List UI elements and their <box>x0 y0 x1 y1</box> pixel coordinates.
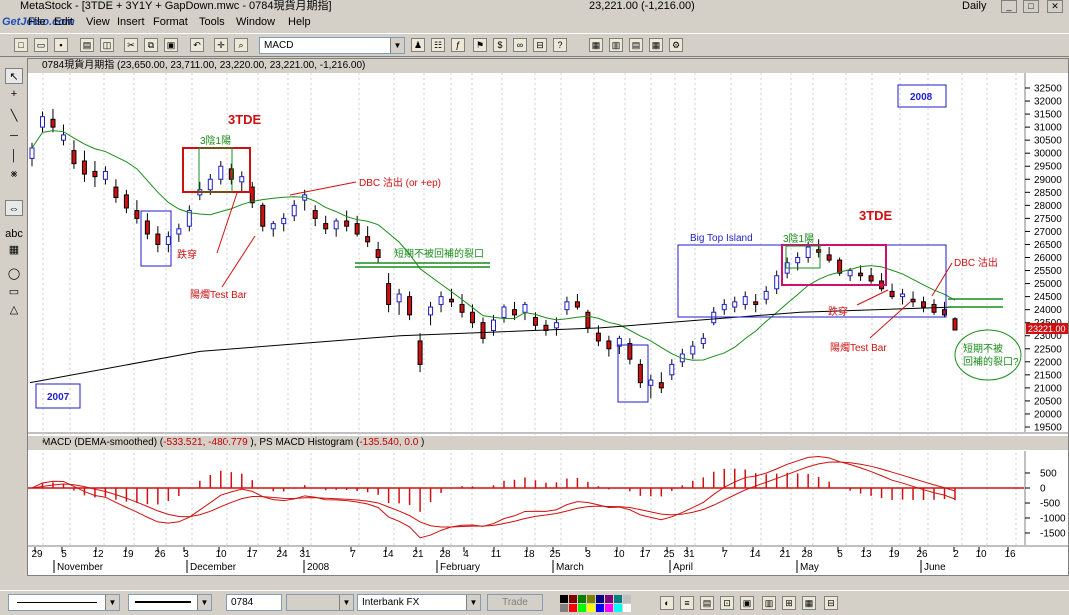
chart-tool-icon[interactable]: ⊟ <box>824 596 838 610</box>
triangle-icon[interactable]: △ <box>5 302 23 318</box>
macd-panel-title: MACD (DEMA-smoothed) (-533.521, -480.779… <box>28 436 1068 450</box>
vertical-line-icon[interactable]: │ <box>5 148 23 164</box>
menu-help[interactable]: Help <box>288 13 311 31</box>
chart-tool-icon[interactable]: ◐ <box>660 596 674 610</box>
new-icon[interactable]: □ <box>14 38 28 52</box>
tools-icon[interactable]: ⚙ <box>669 38 683 52</box>
zoom-out-icon[interactable]: ⊟ <box>533 38 547 52</box>
print-icon[interactable]: ▤ <box>80 38 94 52</box>
symbol-field[interactable]: 0784 <box>226 594 282 611</box>
menu-file[interactable]: File <box>28 13 46 31</box>
chart-tool-icon[interactable]: ▤ <box>700 596 714 610</box>
trendline-icon[interactable]: ╲ <box>5 108 23 124</box>
rectangle-icon[interactable]: ▭ <box>5 284 23 300</box>
zoom-icon[interactable]: ⌕ <box>234 38 248 52</box>
crosshair-icon[interactable]: ✛ <box>214 38 228 52</box>
maximize-icon[interactable]: □ <box>1023 0 1039 13</box>
paste-icon[interactable]: ▣ <box>164 38 178 52</box>
color-palette[interactable] <box>560 595 632 612</box>
chart-tool-icon[interactable]: ⊡ <box>720 596 734 610</box>
formula-icon[interactable]: ƒ <box>451 38 465 52</box>
help-icon[interactable]: ? <box>553 38 567 52</box>
copy-icon[interactable]: ⧉ <box>144 38 158 52</box>
expand-icon[interactable]: ⇔ <box>5 200 23 216</box>
chart-window <box>27 58 1069 576</box>
line-weight-select[interactable]: ▼ <box>128 594 212 611</box>
indicator-select[interactable]: MACD ▼ <box>259 37 405 54</box>
chart-tool-icon[interactable]: ▦ <box>802 596 816 610</box>
binoculars-icon[interactable]: ∞ <box>513 38 527 52</box>
cut-icon[interactable]: ✂ <box>124 38 138 52</box>
calendar-icon[interactable]: ▦ <box>5 242 23 258</box>
menu-format[interactable]: Format <box>153 13 188 31</box>
chart-tool-icon[interactable]: ⊞ <box>782 596 796 610</box>
ellipse-icon[interactable]: ◯ <box>5 266 23 282</box>
close-icon[interactable]: ✕ <box>1047 0 1063 13</box>
text-tool-icon[interactable]: abc <box>5 226 23 242</box>
price-readout: 23,221.00 (-1,216.00) <box>589 0 695 12</box>
status-bar: ▼ ▼ 0784 ▼ Interbank FX ▼ Trade ◐ ≡ ▤ ⊡ … <box>0 590 1069 615</box>
grid-icon[interactable]: ▦ <box>649 38 663 52</box>
layout-icon[interactable]: ▦ <box>589 38 603 52</box>
chevron-down-icon[interactable]: ▼ <box>105 595 119 610</box>
tile-vertical-icon[interactable]: ▥ <box>609 38 623 52</box>
save-icon[interactable]: ▪ <box>54 38 68 52</box>
data-feed-select[interactable]: Interbank FX ▼ <box>357 594 481 611</box>
chevron-down-icon[interactable]: ▼ <box>197 595 211 610</box>
chart-tool-icon[interactable]: ▥ <box>762 596 776 610</box>
main-toolbar: □ ▭ ▪ ▤ ◫ ✂ ⧉ ▣ ↶ ✛ ⌕ MACD ▼ ♟ ☷ ƒ ⚑ $ ∞… <box>0 33 1069 57</box>
crosshair-tool-icon[interactable]: + <box>5 86 23 102</box>
blank-field[interactable]: ▼ <box>286 594 354 611</box>
explorer-icon[interactable]: ⚑ <box>473 38 487 52</box>
print-preview-icon[interactable]: ◫ <box>100 38 114 52</box>
minimize-icon[interactable]: _ <box>1001 0 1017 13</box>
title-bar: MetaStock - [3TDE + 3Y1Y + GapDown.mwc -… <box>0 0 1069 13</box>
dollar-icon[interactable]: $ <box>493 38 507 52</box>
menu-tools[interactable]: Tools <box>199 13 225 31</box>
tile-horizontal-icon[interactable]: ▤ <box>629 38 643 52</box>
system-tester-icon[interactable]: ☷ <box>431 38 445 52</box>
trade-button[interactable]: Trade <box>487 594 543 611</box>
open-icon[interactable]: ▭ <box>34 38 48 52</box>
line-style-select[interactable]: ▼ <box>8 594 120 611</box>
menu-edit[interactable]: Edit <box>54 13 73 31</box>
chart-tool-icon[interactable]: ▣ <box>740 596 754 610</box>
periodicity-label[interactable]: Daily <box>962 0 986 13</box>
chevron-down-icon[interactable]: ▼ <box>339 595 353 610</box>
menu-insert[interactable]: Insert <box>117 13 145 31</box>
price-panel-title: 0784現貨月期指 (23,650.00, 23,711.00, 23,220.… <box>28 59 1068 73</box>
indicator-select-value: MACD <box>264 40 294 51</box>
window-title: MetaStock - [3TDE + 3Y1Y + GapDown.mwc -… <box>20 0 332 12</box>
chevron-down-icon[interactable]: ▼ <box>390 38 404 53</box>
undo-icon[interactable]: ↶ <box>190 38 204 52</box>
pointer-icon[interactable]: ↖ <box>5 68 23 84</box>
chevron-down-icon[interactable]: ▼ <box>466 595 480 610</box>
cycle-lines-icon[interactable]: ⨳ <box>5 166 23 182</box>
horizontal-line-icon[interactable]: ─ <box>5 128 23 144</box>
menu-window[interactable]: Window <box>236 13 275 31</box>
menu-view[interactable]: View <box>86 13 110 31</box>
menu-bar: GetJetso.com File Edit View Insert Forma… <box>0 13 1069 31</box>
chart-tool-icon[interactable]: ≡ <box>680 596 694 610</box>
drawing-toolbox: ↖ + ╲ ─ │ ⨳ ⇔ abc ▦ ◯ ▭ △ <box>2 62 26 572</box>
expert-icon[interactable]: ♟ <box>411 38 425 52</box>
